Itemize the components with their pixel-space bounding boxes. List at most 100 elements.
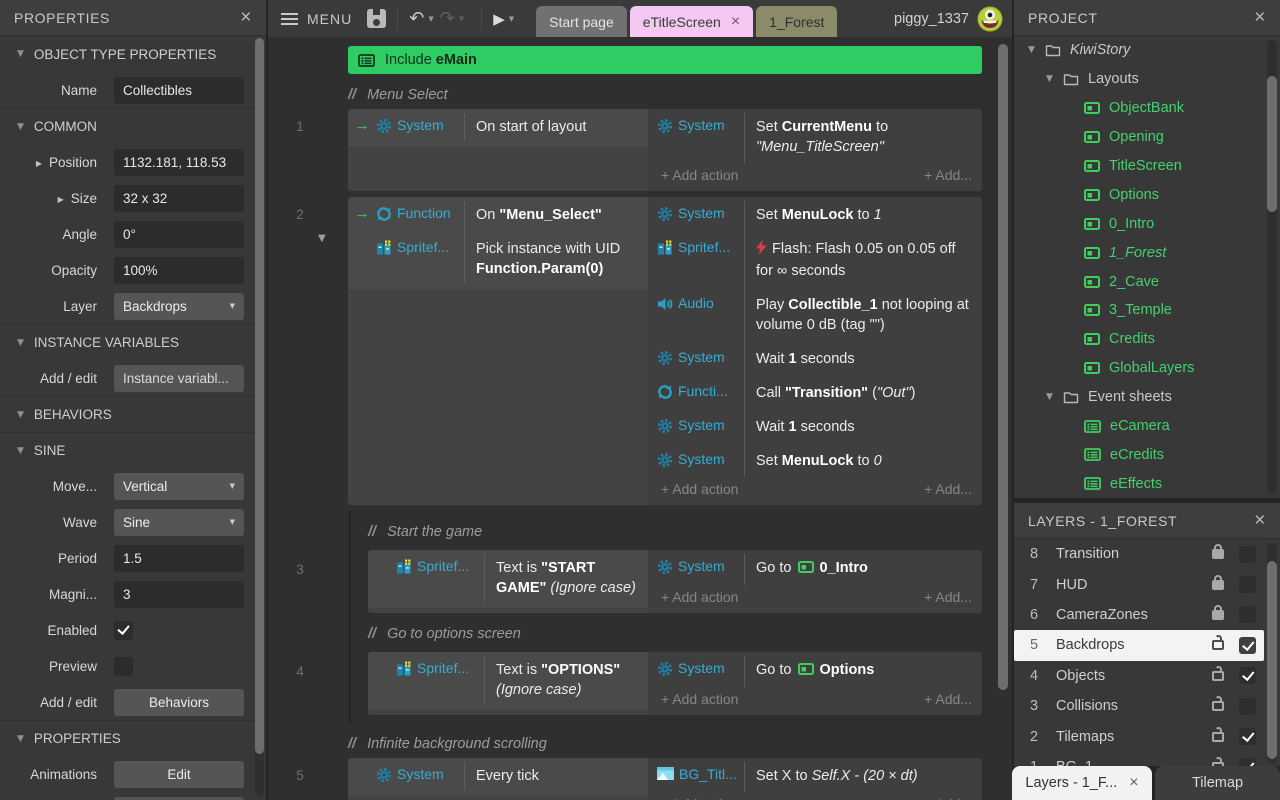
button-behaviors[interactable]: Behaviors: [114, 689, 244, 716]
close-icon[interactable]: ×: [1252, 8, 1268, 27]
lock-closed-icon[interactable]: [1211, 549, 1225, 559]
event-block-5[interactable]: SystemEvery tickBG_Titl...Set X to Self.…: [348, 758, 982, 800]
redo-dropdown-caret-icon[interactable]: ▼: [459, 15, 464, 23]
layer-visibility-checkbox[interactable]: [1239, 576, 1256, 593]
layer-row-hud[interactable]: 7HUD: [1014, 569, 1264, 599]
scrollbar[interactable]: [998, 44, 1008, 794]
section-sine[interactable]: ▼SINE: [0, 432, 266, 468]
condition[interactable]: Spritef...Text is "START GAME" (Ignore c…: [368, 550, 648, 604]
lock-closed-icon[interactable]: [1211, 580, 1225, 590]
layer-row-camerazones[interactable]: 6CameraZones: [1014, 600, 1264, 630]
tree-item-3-temple[interactable]: 3_Temple: [1014, 296, 1280, 325]
collapse-caret-icon[interactable]: ▼: [318, 233, 326, 244]
tree-item-options[interactable]: Options: [1014, 180, 1280, 209]
layer-visibility-checkbox[interactable]: [1239, 606, 1256, 623]
close-icon[interactable]: ×: [238, 8, 254, 27]
lock-open-icon[interactable]: [1211, 640, 1225, 650]
play-dropdown-caret-icon[interactable]: ▼: [509, 15, 514, 23]
layer-row-transition[interactable]: 8Transition: [1014, 539, 1264, 569]
action[interactable]: SystemGo to Options: [648, 652, 982, 687]
section-properties[interactable]: ▼PROPERTIES: [0, 720, 266, 756]
tree-item-opening[interactable]: Opening: [1014, 123, 1280, 152]
scrollbar-thumb[interactable]: [998, 44, 1008, 690]
action[interactable]: SystemWait 1 seconds: [648, 409, 982, 443]
undo-icon[interactable]: ↶: [409, 10, 424, 28]
action[interactable]: SystemGo to 0_Intro: [648, 550, 982, 585]
close-tab-icon[interactable]: ×: [1129, 774, 1138, 792]
button-blank[interactable]: [114, 797, 244, 800]
tree-collapse-caret-icon[interactable]: ▼: [1028, 45, 1045, 55]
add-condition-link[interactable]: + Add...: [924, 796, 972, 800]
add-action-link[interactable]: + Add action: [661, 167, 738, 183]
collapse-caret-icon[interactable]: ▼: [17, 410, 24, 420]
field-size[interactable]: 32 x 32: [114, 185, 244, 212]
section-behaviors[interactable]: ▼BEHAVIORS: [0, 396, 266, 432]
action[interactable]: SystemSet MenuLock to 1: [648, 197, 982, 231]
add-action-link[interactable]: + Add action: [661, 589, 738, 605]
layer-visibility-checkbox[interactable]: [1239, 728, 1256, 745]
tree-item-ecamera[interactable]: eCamera: [1014, 412, 1280, 441]
checkbox-preview[interactable]: [114, 657, 133, 676]
user-area[interactable]: piggy_1337: [894, 6, 1012, 32]
field-angle[interactable]: 0°: [114, 221, 244, 248]
event-block-1[interactable]: →SystemOn start of layoutSystemSet Curre…: [348, 109, 982, 191]
checkbox-enabled[interactable]: [114, 621, 133, 640]
condition[interactable]: Spritef...Pick instance with UID Functio…: [348, 231, 648, 285]
button-edit[interactable]: Edit: [114, 761, 244, 788]
condition[interactable]: Spritef...Text is "OPTIONS" (Ignore case…: [368, 652, 648, 706]
editor-tab-etitlescreen[interactable]: eTitleScreen×: [630, 6, 753, 37]
lock-open-icon[interactable]: [1211, 671, 1225, 681]
undo-dropdown-caret-icon[interactable]: ▼: [428, 15, 433, 23]
scrollbar-thumb[interactable]: [1267, 561, 1277, 759]
field-period[interactable]: 1.5: [114, 545, 244, 572]
dropdown-wave[interactable]: Sine▼: [114, 509, 244, 536]
bottom-tab-layers-1-f[interactable]: Layers - 1_F...×: [1012, 766, 1152, 800]
layer-row-objects[interactable]: 4Objects: [1014, 661, 1264, 691]
redo-icon[interactable]: ↷: [440, 10, 455, 28]
dropdown-move[interactable]: Vertical▼: [114, 473, 244, 500]
comment[interactable]: //Go to options screen: [368, 626, 982, 642]
add-condition-link[interactable]: + Add...: [924, 691, 972, 707]
tree-item-credits[interactable]: Credits: [1014, 325, 1280, 354]
condition[interactable]: →SystemOn start of layout: [348, 109, 648, 143]
collapse-caret-icon[interactable]: ▼: [17, 446, 24, 456]
editor-tab-1-forest[interactable]: 1_Forest: [756, 6, 837, 37]
tree-item-0-intro[interactable]: 0_Intro: [1014, 209, 1280, 238]
tree-item-eeffects[interactable]: eEffects: [1014, 469, 1280, 498]
scrollbar[interactable]: [1267, 543, 1277, 764]
tree-item-globallayers[interactable]: GlobalLayers: [1014, 354, 1280, 383]
comment[interactable]: //Menu Select: [348, 87, 448, 103]
tree-item-ecredits[interactable]: eCredits: [1014, 440, 1280, 469]
layer-visibility-checkbox[interactable]: [1239, 758, 1256, 766]
action[interactable]: AudioPlay Collectible_1 not looping at v…: [648, 287, 982, 341]
lock-open-icon[interactable]: [1211, 732, 1225, 742]
tree-item-titlescreen[interactable]: TitleScreen: [1014, 152, 1280, 181]
layer-visibility-checkbox[interactable]: [1239, 546, 1256, 563]
tree-item-kiwistory[interactable]: ▼KiwiStory: [1014, 36, 1280, 65]
layer-row-tilemaps[interactable]: 2Tilemaps: [1014, 721, 1264, 751]
tree-item-2-cave[interactable]: 2_Cave: [1014, 267, 1280, 296]
comment[interactable]: //Start the game: [368, 524, 982, 540]
add-condition-link[interactable]: + Add...: [924, 167, 972, 183]
editor-tab-start-page[interactable]: Start page: [536, 6, 627, 37]
action[interactable]: Functi...Call "Transition" ("Out"): [648, 375, 982, 409]
layer-visibility-checkbox[interactable]: [1239, 698, 1256, 715]
event-block-3[interactable]: Spritef...Text is "START GAME" (Ignore c…: [368, 550, 982, 613]
expand-caret-icon[interactable]: ▶: [36, 159, 42, 168]
layer-visibility-checkbox[interactable]: [1239, 637, 1256, 654]
event-block-2[interactable]: →FunctionOn "Menu_Select"Spritef...Pick …: [348, 197, 982, 505]
save-icon[interactable]: [367, 9, 386, 28]
tree-item-layouts[interactable]: ▼Layouts: [1014, 65, 1280, 94]
preview-play-icon[interactable]: ▶: [493, 10, 505, 28]
section-instance-variables[interactable]: ▼INSTANCE VARIABLES: [0, 324, 266, 360]
tree-collapse-caret-icon[interactable]: ▼: [1046, 74, 1063, 84]
lock-open-icon[interactable]: [1211, 701, 1225, 711]
action[interactable]: BG_Titl...Set X to Self.X - (20 × dt): [648, 758, 982, 792]
layer-row-bg-1[interactable]: 1BG_1: [1014, 752, 1264, 766]
tree-item-event-sheets[interactable]: ▼Event sheets: [1014, 383, 1280, 412]
collapse-caret-icon[interactable]: ▼: [17, 122, 24, 132]
add-condition-link[interactable]: + Add...: [924, 481, 972, 497]
button-instance-variabl[interactable]: Instance variabl...: [114, 365, 244, 392]
layer-visibility-checkbox[interactable]: [1239, 667, 1256, 684]
condition[interactable]: SystemEvery tick: [348, 758, 648, 792]
